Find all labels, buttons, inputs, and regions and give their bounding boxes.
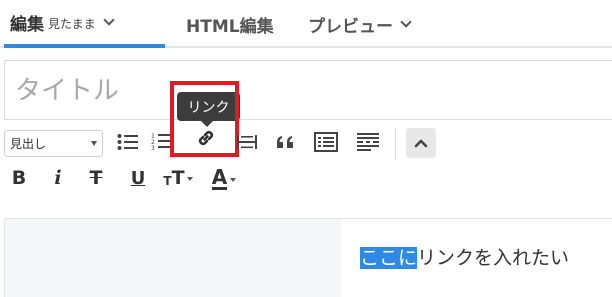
caret-down-icon bbox=[230, 178, 237, 182]
underline-button[interactable]: U bbox=[127, 164, 149, 192]
caret-down-icon bbox=[91, 141, 97, 146]
italic-button[interactable]: i bbox=[48, 164, 68, 192]
selected-text[interactable]: ここに bbox=[360, 247, 418, 269]
editor-text-rest: リンクを入れたい bbox=[417, 247, 570, 269]
collapse-icon bbox=[414, 139, 428, 148]
chevron-down-icon bbox=[400, 16, 412, 28]
tab-edit[interactable]: 編集 見たまま bbox=[4, 0, 165, 48]
editor-text[interactable]: ここにリンクを入れたい bbox=[360, 243, 569, 270]
collapse-toolbar-button[interactable] bbox=[406, 128, 436, 158]
tab-edit-label: 編集 bbox=[10, 14, 44, 35]
blockquote-icon bbox=[277, 136, 293, 148]
horizontal-rule-button[interactable] bbox=[233, 128, 261, 156]
link-highlight-box bbox=[170, 81, 239, 157]
strikethrough-button[interactable]: T bbox=[85, 164, 107, 192]
unordered-list-icon bbox=[117, 134, 138, 150]
table-of-contents-icon bbox=[314, 132, 338, 152]
tab-preview-label: プレビュー bbox=[308, 16, 393, 37]
title-input[interactable] bbox=[15, 72, 595, 110]
toolbar-divider bbox=[395, 128, 396, 160]
font-color-button[interactable]: A bbox=[208, 164, 240, 192]
svg-text:3: 3 bbox=[151, 145, 155, 152]
tab-edit-mode: 見たまま bbox=[48, 17, 96, 31]
tab-preview[interactable]: プレビュー bbox=[308, 0, 412, 48]
font-size-small-glyph: T bbox=[163, 173, 172, 188]
format-select[interactable]: 見出し bbox=[4, 130, 103, 157]
chevron-down-icon bbox=[102, 14, 115, 26]
format-select-value: 見出し bbox=[10, 137, 47, 151]
bold-button[interactable]: B bbox=[8, 164, 30, 192]
more-button[interactable] bbox=[354, 128, 382, 156]
table-of-contents-button[interactable] bbox=[312, 128, 340, 156]
more-icon bbox=[357, 133, 379, 151]
font-size-label: T bbox=[171, 167, 185, 189]
caret-down-icon bbox=[186, 177, 193, 181]
blockquote-button[interactable] bbox=[272, 128, 300, 156]
title-box bbox=[4, 60, 612, 120]
tab-html-edit[interactable]: HTML編集 bbox=[186, 0, 274, 48]
font-color-label: A bbox=[211, 164, 228, 190]
unordered-list-button[interactable] bbox=[114, 128, 142, 156]
editor-gutter bbox=[4, 218, 341, 297]
font-size-button[interactable]: TT bbox=[163, 164, 193, 192]
horizontal-rule-icon bbox=[237, 135, 257, 149]
editor-tabs: 編集 見たまま HTML編集 プレビュー bbox=[0, 0, 612, 48]
